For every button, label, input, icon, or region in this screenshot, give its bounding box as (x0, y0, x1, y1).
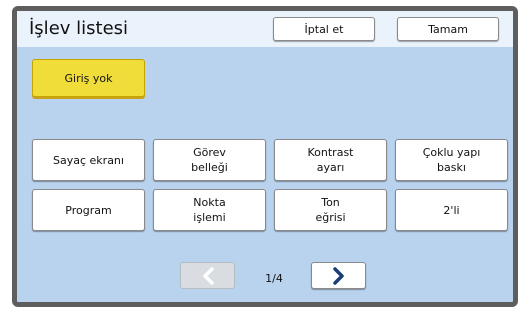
function-list-screen: İşlev listesi İptal et Tamam Giriş yok S… (12, 6, 518, 307)
previous-page-button[interactable] (180, 262, 235, 289)
function-button-dot-process[interactable]: Nokta işlemi (153, 189, 266, 231)
chevron-right-icon (332, 252, 346, 300)
function-button-contrast[interactable]: Kontrast ayarı (274, 139, 387, 181)
function-button-tone-curve[interactable]: Ton eğrisi (274, 189, 387, 231)
chevron-left-icon (201, 252, 215, 300)
next-page-button[interactable] (311, 262, 366, 289)
no-input-button[interactable]: Giriş yok (32, 59, 145, 97)
function-button-program[interactable]: Program (32, 189, 145, 231)
page-indicator: 1/4 (265, 272, 283, 285)
cancel-button[interactable]: İptal et (273, 17, 375, 41)
page-title: İşlev listesi (29, 18, 129, 39)
function-button-job-memory[interactable]: Görev belleği (153, 139, 266, 181)
ok-button[interactable]: Tamam (397, 17, 499, 41)
function-button-multi-up[interactable]: Çoklu yapı baskı (395, 139, 508, 181)
function-button-2-up[interactable]: 2'li (395, 189, 508, 231)
function-button-counter-display[interactable]: Sayaç ekranı (32, 139, 145, 181)
